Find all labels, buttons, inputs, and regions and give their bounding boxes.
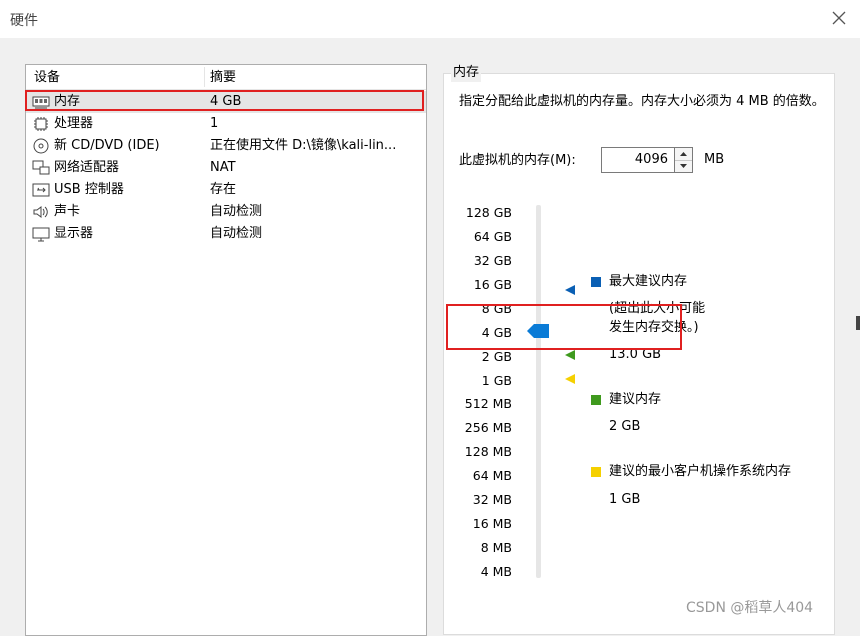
device-name: 声卡 bbox=[54, 204, 81, 219]
cd-dvd-icon bbox=[33, 138, 49, 154]
chevron-up-icon bbox=[680, 152, 687, 156]
memory-spinner[interactable] bbox=[675, 147, 693, 173]
watermark: CSDN @稻草人404 bbox=[686, 600, 814, 616]
legend-swatch-minimum bbox=[591, 467, 601, 477]
memory-description: 指定分配给此虚拟机的内存量。内存大小必须为 4 MB 的倍数。 bbox=[459, 94, 825, 109]
window-title: 硬件 bbox=[10, 13, 38, 29]
network-icon bbox=[32, 160, 50, 175]
slider-tick-label: 256 MB bbox=[464, 420, 512, 435]
device-name: USB 控制器 bbox=[54, 182, 124, 197]
column-divider[interactable] bbox=[204, 67, 205, 87]
highlight-box-memory-row bbox=[25, 90, 424, 111]
minimum-marker-icon bbox=[565, 374, 575, 384]
memory-unit: MB bbox=[704, 152, 725, 167]
device-name: 处理器 bbox=[54, 116, 94, 131]
device-summary: 正在使用文件 D:\镜像\kali-lin... bbox=[210, 138, 397, 153]
slider-tick-label: 8 MB bbox=[480, 540, 512, 555]
recommended-marker-icon bbox=[565, 350, 575, 360]
legend-swatch-recommended bbox=[591, 395, 601, 405]
close-icon bbox=[832, 11, 846, 25]
memory-group-title: 内存 bbox=[451, 64, 482, 82]
slider-tick-label: 16 GB bbox=[473, 277, 512, 292]
slider-tick-label: 2 GB bbox=[481, 349, 512, 364]
slider-tick-label: 16 MB bbox=[472, 516, 512, 531]
highlight-box-memory-slider bbox=[446, 304, 682, 350]
spin-down-button[interactable] bbox=[675, 160, 692, 172]
memory-input[interactable]: 4096 bbox=[601, 147, 675, 173]
device-row-display[interactable]: 显示器 自动检测 bbox=[26, 223, 426, 245]
device-summary: 自动检测 bbox=[210, 226, 263, 241]
device-row-cd-dvd[interactable]: 新 CD/DVD (IDE) 正在使用文件 D:\镜像\kali-lin... bbox=[26, 135, 426, 157]
device-summary: 存在 bbox=[210, 182, 237, 197]
legend-swatch-max bbox=[591, 277, 601, 287]
slider-tick-label: 32 MB bbox=[472, 492, 512, 507]
title-bar: 硬件 bbox=[0, 0, 860, 38]
device-list: 设备 摘要 内存 4 GB 处理器 1 新 CD/DVD (IDE) 正在使用文… bbox=[25, 64, 427, 636]
scrollbar-fragment bbox=[856, 316, 860, 330]
column-header-device[interactable]: 设备 bbox=[34, 69, 60, 89]
device-name: 显示器 bbox=[54, 226, 94, 241]
slider-tick-label: 512 MB bbox=[464, 396, 512, 411]
legend-minimum-title: 建议的最小客户机操作系统内存 bbox=[609, 464, 792, 479]
device-row-sound[interactable]: 声卡 自动检测 bbox=[26, 201, 426, 223]
monitor-icon bbox=[32, 227, 50, 242]
close-button[interactable] bbox=[830, 9, 848, 27]
device-summary: NAT bbox=[210, 160, 236, 175]
processor-icon bbox=[34, 117, 48, 131]
device-list-header: 设备 摘要 bbox=[26, 65, 426, 90]
device-summary: 1 bbox=[210, 116, 219, 131]
speaker-icon bbox=[33, 206, 48, 218]
chevron-down-icon bbox=[680, 164, 687, 168]
slider-tick-label: 1 GB bbox=[481, 373, 512, 388]
device-row-usb[interactable]: USB 控制器 存在 bbox=[26, 179, 426, 201]
device-summary: 自动检测 bbox=[210, 204, 263, 219]
device-name: 网络适配器 bbox=[54, 160, 120, 175]
legend-recommended-value: 2 GB bbox=[609, 419, 641, 434]
column-header-summary[interactable]: 摘要 bbox=[210, 69, 236, 89]
legend-minimum-value: 1 GB bbox=[609, 492, 641, 507]
device-row-network[interactable]: 网络适配器 NAT bbox=[26, 157, 426, 179]
legend-recommended-title: 建议内存 bbox=[609, 392, 662, 407]
device-row-processor[interactable]: 处理器 1 bbox=[26, 113, 426, 135]
slider-tick-label: 128 GB bbox=[465, 205, 512, 220]
slider-tick-label: 64 MB bbox=[472, 468, 512, 483]
memory-slider-track[interactable] bbox=[536, 205, 541, 578]
max-recommended-marker-icon bbox=[565, 285, 575, 295]
memory-input-value: 4096 bbox=[634, 152, 668, 167]
slider-tick-label: 4 MB bbox=[480, 564, 512, 579]
device-name: 新 CD/DVD (IDE) bbox=[54, 138, 160, 153]
legend-max-title: 最大建议内存 bbox=[609, 274, 688, 289]
slider-tick-label: 128 MB bbox=[464, 444, 512, 459]
slider-tick-label: 64 GB bbox=[473, 229, 512, 244]
slider-tick-label: 32 GB bbox=[473, 253, 512, 268]
usb-icon bbox=[32, 183, 50, 197]
memory-field-label: 此虚拟机的内存(M): bbox=[459, 153, 576, 168]
